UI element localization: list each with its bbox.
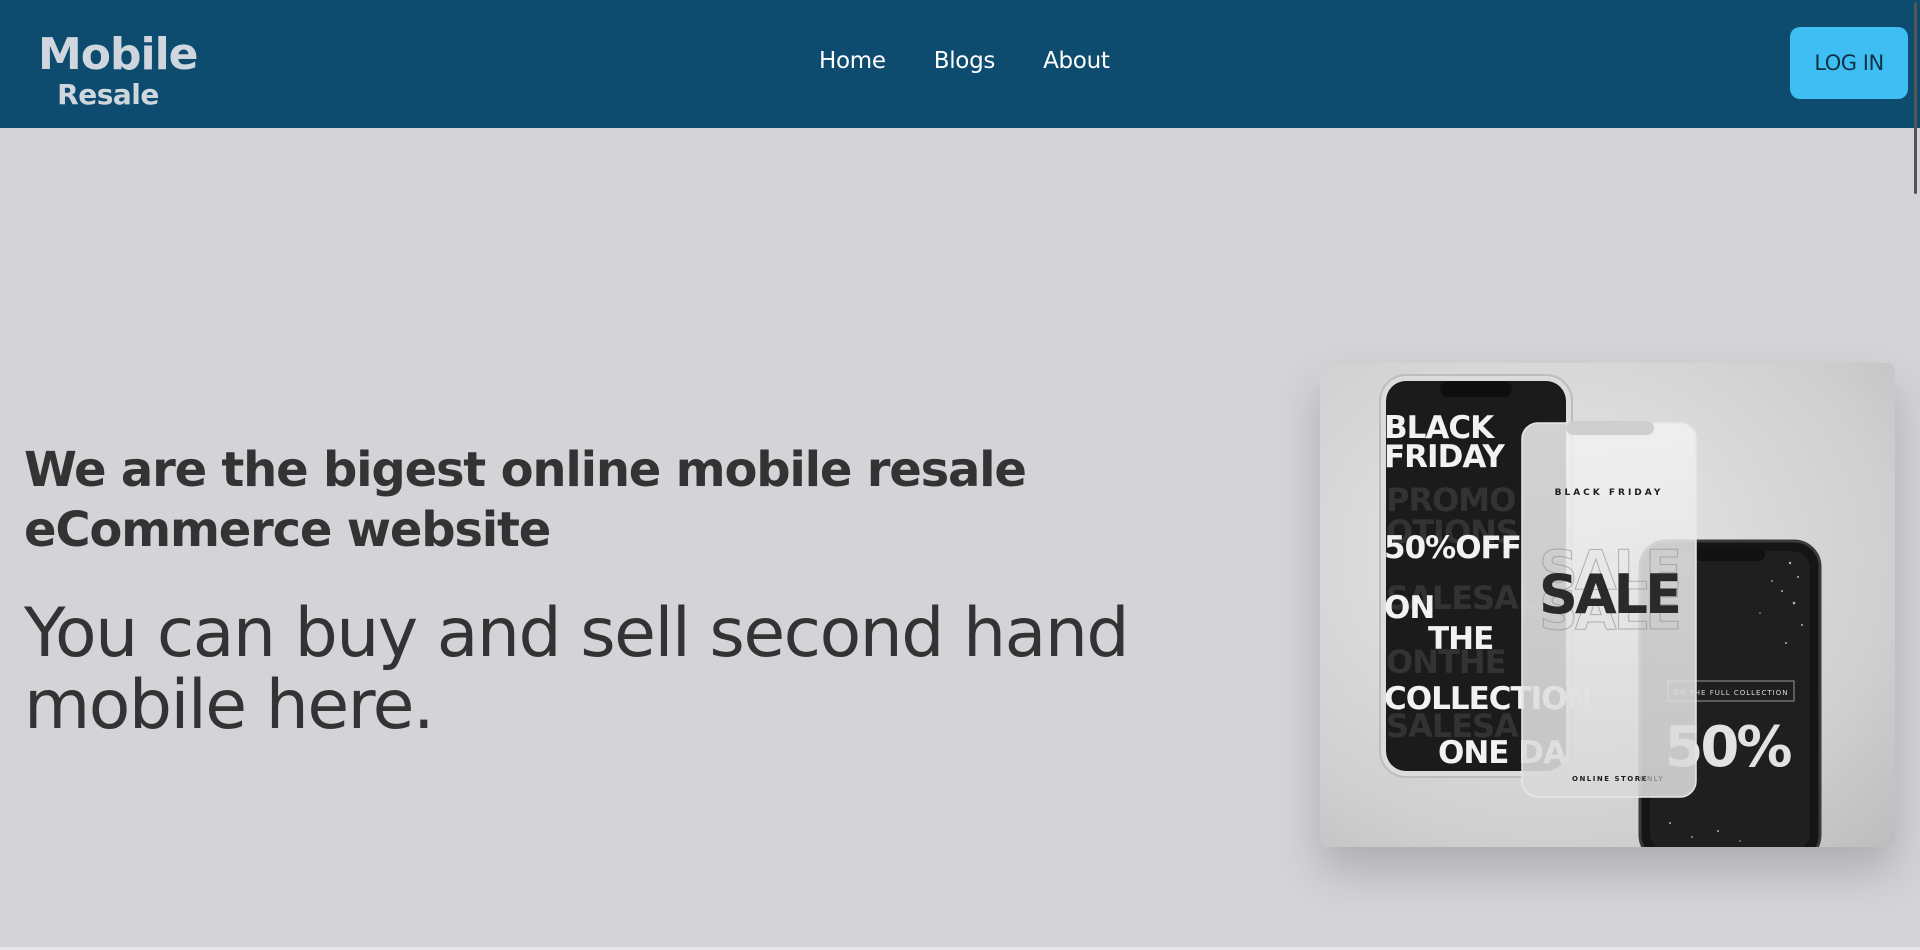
nav-link-blogs[interactable]: Blogs (934, 48, 996, 74)
brand-logo[interactable]: Mobile Resale (38, 29, 199, 111)
scrollbar-thumb[interactable] (1914, 2, 1917, 194)
phone-middle-bottom-text-light: ONLY (1640, 775, 1664, 783)
phone-left-text-4: ON (1384, 590, 1434, 626)
phone-left-text-3: 50%OFF (1384, 530, 1521, 566)
nav-link-about[interactable]: About (1043, 48, 1110, 74)
hero-subtext: You can buy and sell second hand mobile … (24, 594, 1130, 745)
hero-image-phones: ON THE FULL COLLECTION 50% PROMO OTIONS … (1320, 363, 1895, 847)
brand-name-line2: Resale (57, 78, 159, 111)
phone-left-text-5: THE (1428, 621, 1493, 657)
phone-middle-sale-text: SALE (1539, 563, 1679, 626)
brand-name-line1: Mobile (38, 29, 199, 80)
page-scrollbar[interactable] (1914, 0, 1920, 950)
phone-middle-bottom-text: ONLINE STORE (1572, 775, 1648, 783)
login-button[interactable]: LOG IN (1790, 27, 1908, 99)
phone-left-text-2: FRIDAY (1384, 439, 1505, 475)
nav-link-home[interactable]: Home (819, 48, 886, 74)
main-nav: Home Blogs About (819, 48, 1110, 74)
phone-middle: BLACK FRIDAY SALE SALE SALE ONLINE STORE… (1521, 421, 1697, 798)
hero-headline: We are the bigest online mobile resale e… (24, 442, 1027, 558)
phones-illustration: ON THE FULL COLLECTION 50% PROMO OTIONS … (1379, 374, 1822, 847)
navbar: Mobile Resale Home Blogs About LOG IN (0, 0, 1920, 128)
phone-middle-top-text: BLACK FRIDAY (1555, 488, 1664, 498)
